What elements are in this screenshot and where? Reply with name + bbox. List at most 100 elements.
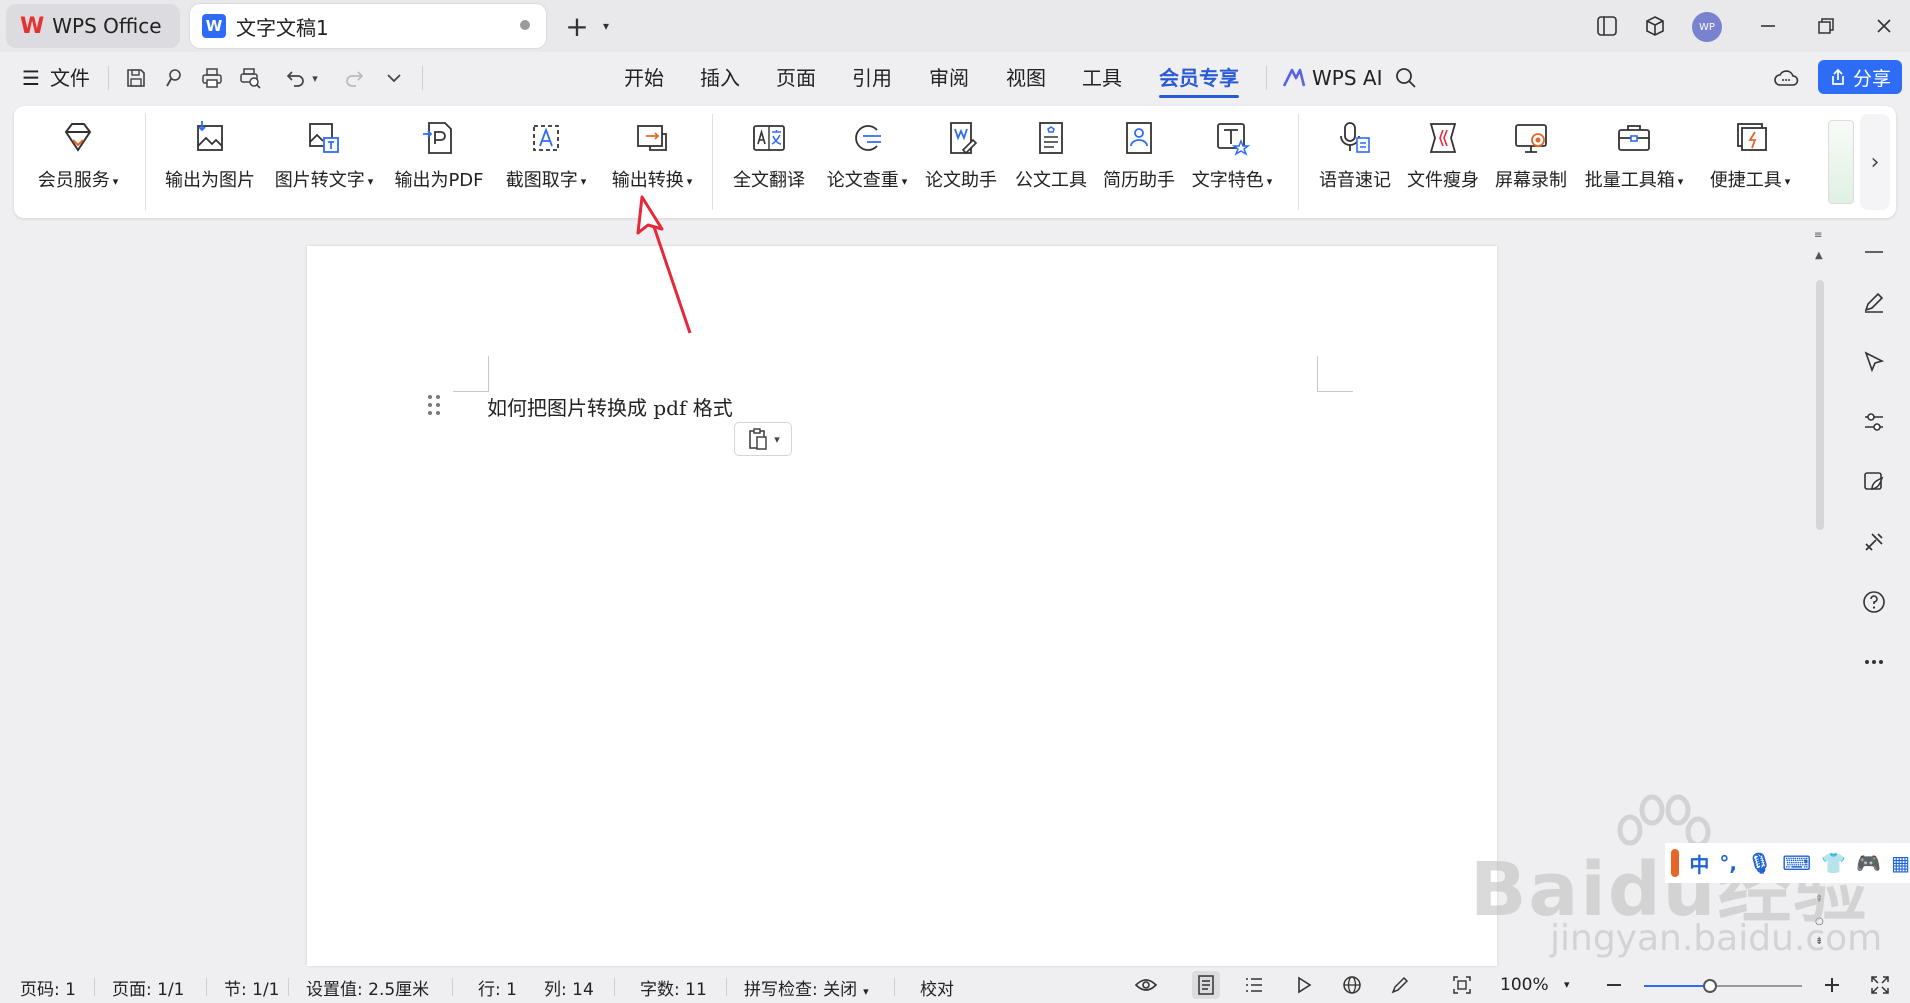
ime-menu-grid-icon[interactable]: ▦ — [1891, 851, 1910, 875]
select-cursor-icon[interactable] — [1858, 346, 1890, 378]
status-section[interactable]: 节: 1/1 — [224, 975, 280, 1000]
zoom-slider[interactable] — [1644, 979, 1802, 993]
outline-view-icon[interactable] — [1240, 971, 1268, 999]
page-view-icon[interactable] — [1192, 971, 1220, 999]
collapse-panel-icon[interactable] — [1858, 236, 1890, 268]
ime-punctuation-icon[interactable]: °, — [1719, 851, 1737, 875]
previous-page-icon[interactable]: ⇞ — [1815, 894, 1823, 905]
select-browse-object-icon[interactable]: ○ — [1815, 916, 1824, 927]
redo-icon[interactable] — [340, 64, 368, 92]
tab-page[interactable]: 页面 — [776, 62, 816, 94]
resume-assistant-button[interactable]: 简历助手 — [1098, 118, 1180, 210]
tab-start[interactable]: 开始 — [624, 62, 664, 94]
file-menu-button[interactable]: ☰ 文件 — [22, 62, 90, 94]
status-proofread[interactable]: 校对 — [920, 975, 954, 1000]
document-text-paragraph[interactable]: 如何把图片转换成 pdf 格式 — [487, 392, 733, 421]
status-page[interactable]: 页面: 1/1 — [112, 975, 185, 1000]
play-icon[interactable] — [1290, 971, 1318, 999]
quick-tools-button[interactable]: 便捷工具 ▾ — [1702, 118, 1798, 210]
ime-toolbar[interactable]: 中 °, 🎙 ⌨ 👕 🎮 ▦ — [1665, 843, 1910, 883]
close-icon[interactable] — [1868, 8, 1900, 44]
undo-chevron-down-icon[interactable]: ▾ — [308, 64, 322, 92]
ime-keyboard-icon[interactable]: ⌨ — [1782, 851, 1811, 875]
image-assistant-icon[interactable] — [1858, 466, 1890, 498]
status-spell-check[interactable]: 拼写检查: 关闭 ▾ — [744, 975, 869, 1000]
zoom-out-icon[interactable] — [1600, 971, 1628, 999]
paste-options-button[interactable]: ▾ — [734, 422, 792, 456]
user-avatar[interactable]: WP — [1692, 12, 1722, 42]
paragraph-drag-handle-icon[interactable] — [427, 394, 441, 416]
share-button[interactable]: 分享 — [1818, 60, 1902, 94]
scroll-up-icon[interactable]: ▲ — [1815, 250, 1823, 261]
zoom-chevron-down-icon[interactable]: ▾ — [1564, 978, 1570, 991]
tab-view[interactable]: 视图 — [1006, 62, 1046, 94]
more-tools-thumbnail[interactable] — [1828, 120, 1854, 204]
eye-protection-icon[interactable] — [1132, 971, 1160, 999]
more-icon[interactable] — [1858, 646, 1890, 678]
scrollbar-thumb[interactable] — [1816, 280, 1824, 530]
screenshot-text-button[interactable]: 截图取字 ▾ — [498, 118, 594, 210]
screen-record-button[interactable]: 屏幕录制 — [1490, 118, 1572, 210]
tab-list-chevron-down-icon[interactable]: ▾ — [596, 8, 616, 44]
ime-voice-icon[interactable]: 🎙 — [1747, 851, 1772, 875]
document-page[interactable]: 如何把图片转换成 pdf 格式 ▾ — [307, 246, 1497, 966]
save-icon[interactable] — [122, 64, 150, 92]
export-pdf-button[interactable]: 输出为PDF — [390, 118, 488, 210]
fullscreen-icon[interactable] — [1866, 971, 1894, 999]
print-icon[interactable] — [198, 64, 226, 92]
tab-reference[interactable]: 引用 — [852, 62, 892, 94]
text-feature-button[interactable]: 文字特色 ▾ — [1186, 118, 1278, 210]
cube-icon[interactable] — [1640, 8, 1670, 44]
status-column[interactable]: 列: 14 — [544, 975, 594, 1000]
export-image-button[interactable]: 输出为图片 — [162, 118, 258, 210]
format-painter-icon[interactable] — [160, 64, 188, 92]
tab-review[interactable]: 审阅 — [929, 62, 969, 94]
tab-tools[interactable]: 工具 — [1082, 62, 1122, 94]
web-view-globe-icon[interactable] — [1338, 971, 1366, 999]
ime-skin-icon[interactable]: 👕 — [1821, 851, 1846, 875]
split-handle-icon[interactable]: ≡ — [1814, 230, 1822, 241]
output-convert-button[interactable]: 输出转换 ▾ — [604, 118, 700, 210]
tab-insert[interactable]: 插入 — [700, 62, 740, 94]
tools-wrench-icon[interactable] — [1858, 526, 1890, 558]
cloud-icon[interactable] — [1772, 64, 1800, 92]
paper-assistant-button[interactable]: 论文助手 — [920, 118, 1002, 210]
status-setting-value[interactable]: 设置值: 2.5厘米 — [306, 975, 429, 1000]
write-mode-pen-icon[interactable] — [1386, 971, 1414, 999]
member-service-button[interactable]: 会员服务 ▾ — [32, 118, 124, 210]
wps-ai-button[interactable]: WPS AI — [1282, 62, 1382, 94]
pen-edit-icon[interactable] — [1858, 286, 1890, 318]
image-to-text-button[interactable]: 图片转文字 ▾ — [270, 118, 378, 210]
status-word-count[interactable]: 字数: 11 — [640, 975, 707, 1000]
batch-toolbox-button[interactable]: 批量工具箱 ▾ — [1580, 118, 1688, 210]
zoom-in-icon[interactable] — [1818, 971, 1846, 999]
undo-icon[interactable] — [282, 64, 310, 92]
restore-icon[interactable] — [1810, 8, 1842, 44]
status-page-code[interactable]: 页码: 1 — [20, 975, 76, 1000]
help-icon[interactable] — [1858, 586, 1890, 618]
search-icon[interactable] — [1392, 64, 1420, 92]
ribbon-scroll-right-icon[interactable]: › — [1860, 114, 1890, 210]
ime-game-icon[interactable]: 🎮 — [1856, 851, 1881, 875]
tab-member-exclusive[interactable]: 会员专享 — [1159, 62, 1239, 98]
next-page-icon[interactable]: ⇟ — [1815, 936, 1823, 947]
document-tab[interactable]: W 文字文稿1 — [190, 4, 546, 48]
status-row[interactable]: 行: 1 — [478, 975, 517, 1000]
minimize-icon[interactable] — [1752, 8, 1784, 44]
customize-chevron-down-icon[interactable] — [380, 64, 408, 92]
new-tab-plus-icon[interactable]: + — [560, 8, 594, 44]
zoom-level[interactable]: 100% — [1500, 975, 1549, 995]
plagiarism-check-button[interactable]: 论文查重 ▾ — [818, 118, 916, 210]
file-slim-button[interactable]: 文件瘦身 — [1402, 118, 1484, 210]
adjust-sliders-icon[interactable] — [1858, 406, 1890, 438]
ime-mode-chinese[interactable]: 中 — [1689, 849, 1709, 878]
voice-note-button[interactable]: 语音速记 — [1314, 118, 1396, 210]
zoom-slider-knob[interactable] — [1703, 979, 1718, 993]
reading-mode-icon[interactable] — [1592, 8, 1622, 44]
file-menu-label: 文件 — [49, 66, 90, 90]
print-preview-icon[interactable] — [236, 64, 264, 92]
full-translate-button[interactable]: 全文翻译 — [728, 118, 810, 210]
official-doc-tool-button[interactable]: 公文工具 — [1010, 118, 1092, 210]
fit-page-icon[interactable] — [1448, 971, 1476, 999]
wps-office-tab[interactable]: W WPS Office — [6, 4, 180, 48]
